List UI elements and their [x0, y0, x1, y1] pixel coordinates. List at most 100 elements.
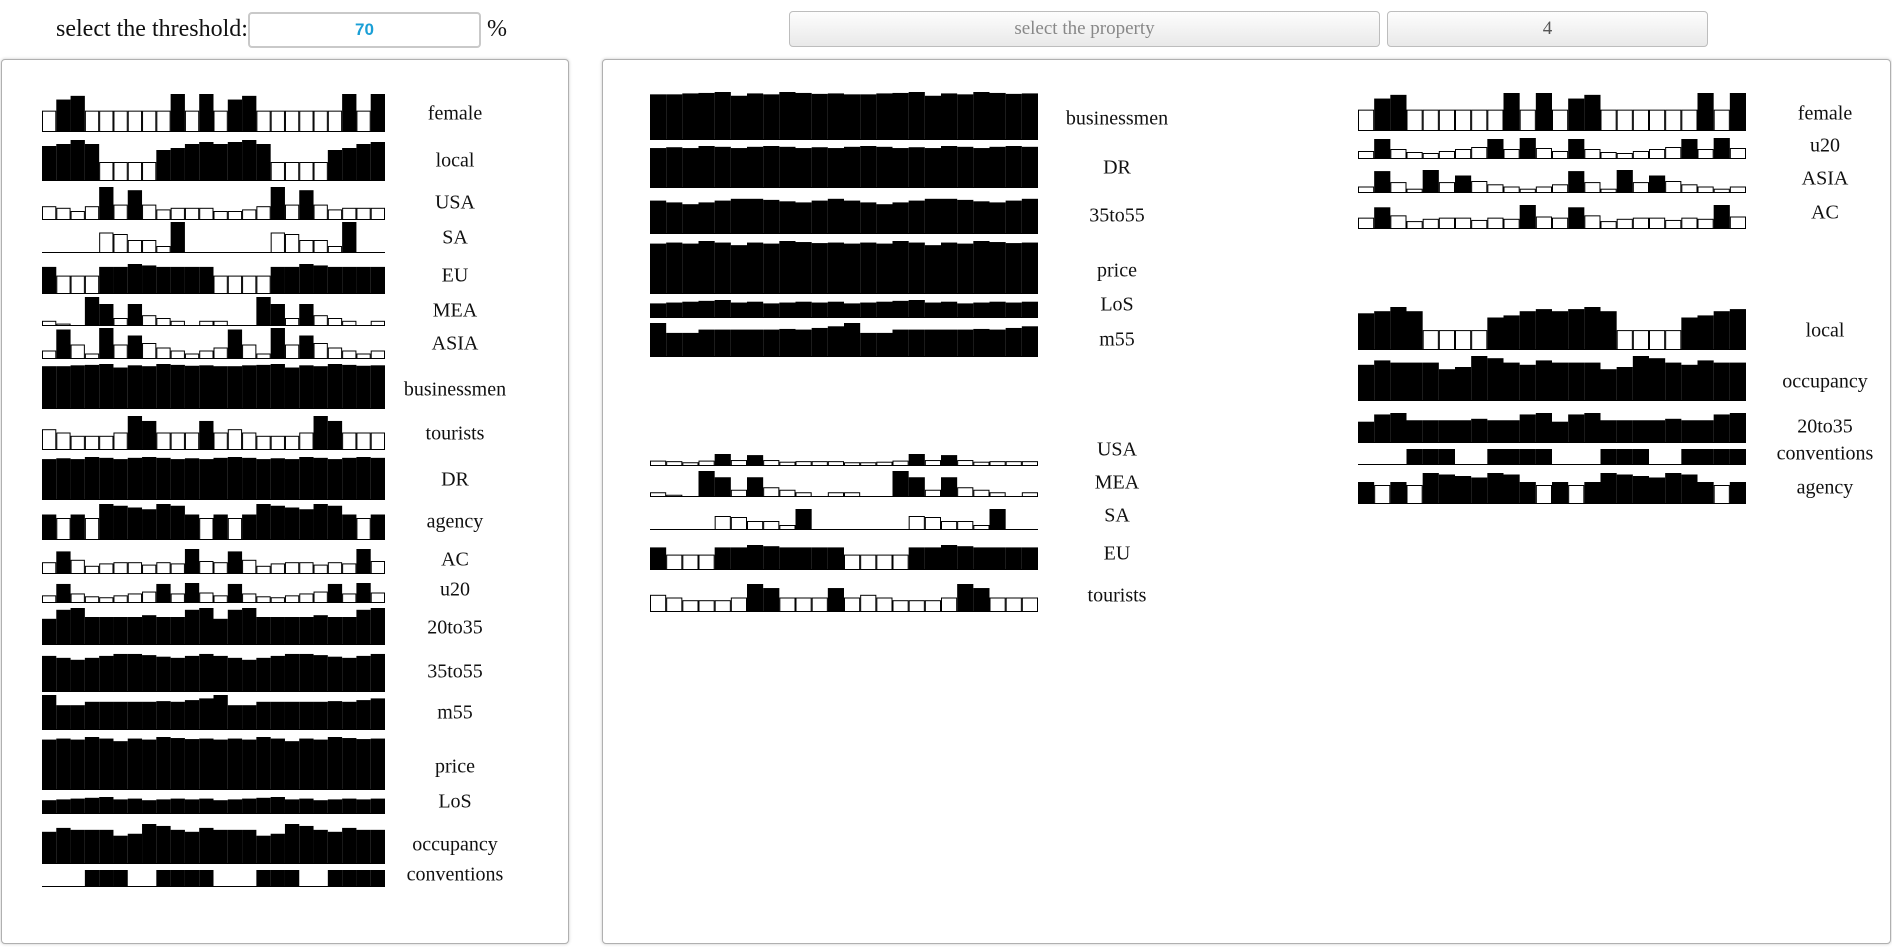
- glyph-bar: [370, 350, 385, 359]
- glyph-businessmen[interactable]: [650, 92, 1038, 141]
- glyph-ASIA[interactable]: [42, 328, 385, 359]
- glyph-female[interactable]: [42, 94, 385, 133]
- glyph-bar: [1422, 109, 1439, 131]
- glyph-35to55[interactable]: [42, 652, 385, 693]
- glyph-EU[interactable]: [650, 545, 1038, 571]
- cluster-count-button[interactable]: 4: [1387, 11, 1708, 47]
- glyph-m55[interactable]: [42, 695, 385, 731]
- glyph-label-businessmen: businessmen: [1065, 107, 1169, 130]
- glyph-u20[interactable]: [42, 583, 385, 604]
- glyph-businessmen[interactable]: [42, 364, 385, 410]
- glyph-bar: [1406, 109, 1423, 131]
- glyph-label-agency: agency: [426, 510, 484, 533]
- glyph-bar: [1487, 109, 1504, 131]
- select-property-button[interactable]: select the property: [789, 11, 1380, 47]
- glyph-agency[interactable]: [1358, 473, 1746, 504]
- glyph-bar: [1649, 109, 1666, 131]
- glyph-bar: [84, 657, 100, 693]
- glyph-bar: [284, 266, 300, 295]
- glyph-bar: [84, 617, 100, 645]
- glyph-bar: [227, 738, 243, 790]
- glyph-bar: [1713, 188, 1730, 194]
- glyph-label-SA: SA: [442, 226, 468, 249]
- glyph-bar: [1535, 360, 1553, 401]
- glyph-bar: [973, 547, 990, 571]
- glyph-bar: [989, 146, 1006, 189]
- glyph-label-tourists: tourists: [1087, 584, 1147, 607]
- glyph-bar: [370, 320, 385, 326]
- glyph-DR[interactable]: [42, 457, 385, 501]
- glyph-bar: [270, 266, 285, 295]
- glyph-EU[interactable]: [42, 264, 385, 295]
- glyph-bar: [908, 92, 925, 140]
- glyph-bar: [779, 302, 796, 318]
- glyph-local[interactable]: [42, 140, 385, 181]
- glyph-bar: [256, 596, 271, 603]
- glyph-35to55[interactable]: [650, 197, 1038, 235]
- glyph-MEA[interactable]: [650, 471, 1038, 497]
- glyph-price[interactable]: [42, 737, 385, 791]
- glyph-MEA[interactable]: [42, 297, 385, 327]
- glyph-LoS[interactable]: [650, 300, 1038, 319]
- glyph-occupancy[interactable]: [42, 824, 385, 865]
- glyph-20to35[interactable]: [1358, 413, 1746, 444]
- glyph-bar: [892, 460, 909, 466]
- glyph-LoS[interactable]: [42, 797, 385, 815]
- glyph-AC[interactable]: [42, 549, 385, 575]
- glyph-bar: [730, 547, 748, 571]
- glyph-bar: [213, 211, 228, 220]
- glyph-label-m55: m55: [1099, 328, 1135, 351]
- glyph-local[interactable]: [1358, 307, 1746, 351]
- glyph-bar: [56, 144, 71, 181]
- glyph-bar: [650, 492, 667, 497]
- glyph-bar: [1374, 360, 1391, 401]
- glyph-bar: [327, 266, 343, 295]
- glyph-AC[interactable]: [1358, 205, 1746, 230]
- glyph-bar: [1438, 182, 1456, 193]
- glyph-bar: [844, 597, 861, 612]
- glyph-USA[interactable]: [650, 454, 1038, 466]
- glyph-u20[interactable]: [1358, 138, 1746, 159]
- glyph-occupancy[interactable]: [1358, 356, 1746, 402]
- glyph-20to35[interactable]: [42, 608, 385, 646]
- glyph-bar: [356, 700, 371, 730]
- glyph-price[interactable]: [650, 241, 1038, 295]
- glyph-bar: [1713, 311, 1730, 350]
- glyph-agency[interactable]: [42, 504, 385, 540]
- glyph-ASIA[interactable]: [1358, 170, 1746, 194]
- glyph-label-LoS: LoS: [1100, 293, 1134, 316]
- threshold-input[interactable]: [248, 12, 481, 48]
- glyph-bar: [270, 655, 285, 692]
- glyph-bar: [924, 245, 941, 294]
- glyph-bar: [113, 234, 128, 253]
- glyph-tourists[interactable]: [650, 584, 1038, 613]
- glyph-bar: [270, 701, 285, 731]
- glyph-bar: [299, 240, 314, 253]
- glyph-bar: [1406, 420, 1423, 443]
- glyph-label-DR: DR: [441, 468, 469, 491]
- glyph-female[interactable]: [1358, 93, 1746, 132]
- glyph-bar: [827, 242, 845, 294]
- glyph-tourists[interactable]: [42, 416, 385, 450]
- glyph-bar: [184, 353, 200, 359]
- glyph-bar: [714, 146, 731, 189]
- glyph-bar: [299, 304, 314, 326]
- glyph-bar: [242, 739, 257, 791]
- glyph-bar: [156, 701, 171, 730]
- glyph-bar: [327, 420, 343, 450]
- glyph-bar: [99, 870, 114, 887]
- glyph-bar: [370, 94, 385, 132]
- glyph-USA[interactable]: [42, 187, 385, 221]
- glyph-bar: [827, 326, 845, 358]
- glyph-conventions[interactable]: [1358, 449, 1746, 465]
- glyph-bar: [313, 265, 328, 294]
- glyph-m55[interactable]: [650, 323, 1038, 358]
- glyph-conventions[interactable]: [42, 870, 385, 887]
- glyph-bar: [1005, 597, 1022, 612]
- glyph-SA[interactable]: [42, 222, 385, 253]
- glyph-bar: [156, 737, 171, 790]
- glyph-bar: [714, 92, 731, 140]
- glyph-SA[interactable]: [650, 509, 1038, 530]
- glyph-bar: [56, 432, 71, 450]
- glyph-DR[interactable]: [650, 146, 1038, 189]
